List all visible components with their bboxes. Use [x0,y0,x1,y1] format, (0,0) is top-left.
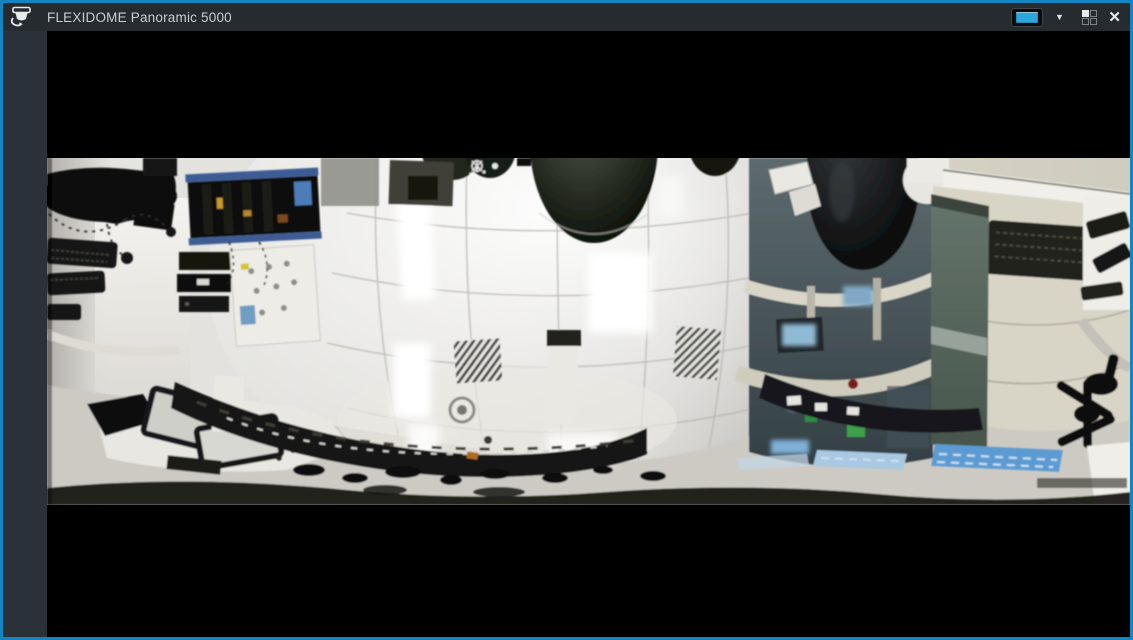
stream-indicator[interactable] [1011,8,1043,27]
titlebar: FLEXIDOME Panoramic 5000 ▼ ✕ [3,3,1130,31]
window-body [3,31,1130,637]
close-icon[interactable]: ✕ [1108,10,1121,25]
grid-cell [1082,18,1089,25]
grid-cell [1090,18,1097,25]
window-title: FLEXIDOME Panoramic 5000 [47,10,232,25]
stream-indicator-fill [1016,12,1038,23]
video-canvas[interactable] [47,31,1130,637]
camera-window: FLEXIDOME Panoramic 5000 ▼ ✕ [0,0,1133,640]
left-rail [3,31,47,637]
grid-cell [1082,10,1089,17]
panorama-image [47,158,1130,505]
tile-layout-icon[interactable] [1082,10,1097,25]
chevron-down-icon[interactable]: ▼ [1051,9,1067,26]
grid-cell [1090,10,1097,17]
dome-camera-icon [3,6,39,28]
